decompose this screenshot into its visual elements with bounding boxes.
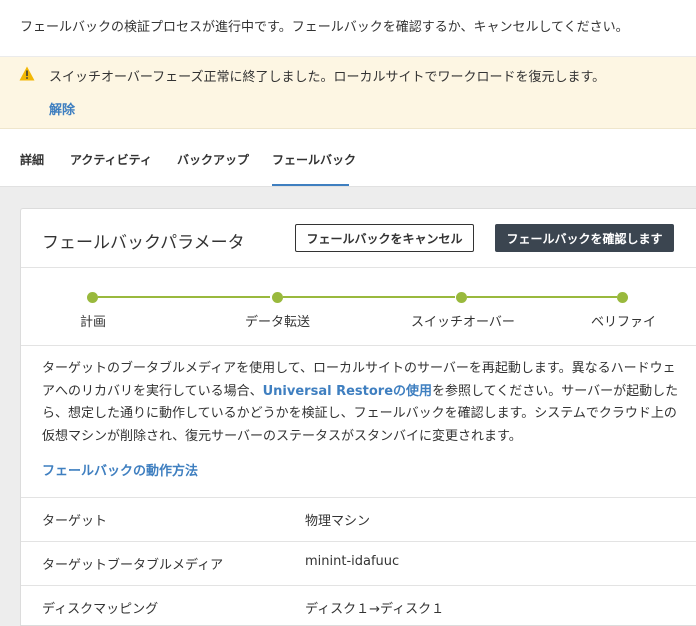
cancel-failback-button[interactable]: フェールバックをキャンセル (295, 224, 474, 252)
step-connector (283, 296, 455, 298)
status-message: フェールバックの検証プロセスが進行中です。フェールバックを確認するか、キャンセル… (0, 0, 696, 57)
warning-text: スイッチオーバーフェーズ正常に終了しました。ローカルサイトでワークロードを復元し… (49, 70, 606, 85)
step-dot-plan (87, 292, 98, 303)
universal-restore-link[interactable]: Universal Restoreの使用 (263, 384, 432, 399)
divider (21, 267, 696, 268)
step-label-plan: 計画 (80, 315, 107, 330)
step-dot-verify (617, 292, 628, 303)
tab-activity[interactable]: アクティビティ (70, 151, 152, 168)
target-value: 物理マシン (305, 514, 371, 529)
dismiss-link[interactable]: 解除 (49, 99, 75, 118)
step-label-switchover: スイッチオーバー (411, 315, 515, 330)
active-tab-indicator (272, 184, 349, 186)
bootable-media-value: minint-idafuuc (305, 554, 400, 569)
step-dot-switchover (456, 292, 467, 303)
divider (21, 497, 696, 498)
step-connector (467, 296, 617, 298)
failback-description: ターゲットのブータブルメディアを使用して、ローカルサイトのサーバーを再起動します… (42, 358, 682, 448)
disk-mapping-label: ディスクマッピング (42, 602, 159, 617)
tab-failback[interactable]: フェールバック (272, 151, 356, 168)
status-message-text: フェールバックの検証プロセスが進行中です。フェールバックを確認するか、キャンセル… (20, 20, 629, 35)
how-failback-works-link[interactable]: フェールバックの動作方法 (42, 460, 198, 479)
divider (21, 345, 696, 346)
target-label: ターゲット (42, 514, 108, 529)
divider (21, 541, 696, 542)
bootable-media-label: ターゲットブータブルメディア (42, 558, 224, 573)
tab-details[interactable]: 詳細 (20, 151, 44, 168)
disk-mapping-value: ディスク１→ディスク１ (305, 602, 445, 617)
warning-icon (19, 66, 35, 85)
step-label-verify: ベリファイ (591, 315, 657, 330)
step-label-data-transfer: データ転送 (245, 315, 311, 330)
step-connector (98, 296, 270, 298)
confirm-failback-button[interactable]: フェールバックを確認します (495, 224, 674, 252)
tab-backup[interactable]: バックアップ (177, 151, 249, 168)
card-title: フェールバックパラメータ (42, 233, 245, 253)
divider (21, 585, 696, 586)
step-dot-data-transfer (272, 292, 283, 303)
